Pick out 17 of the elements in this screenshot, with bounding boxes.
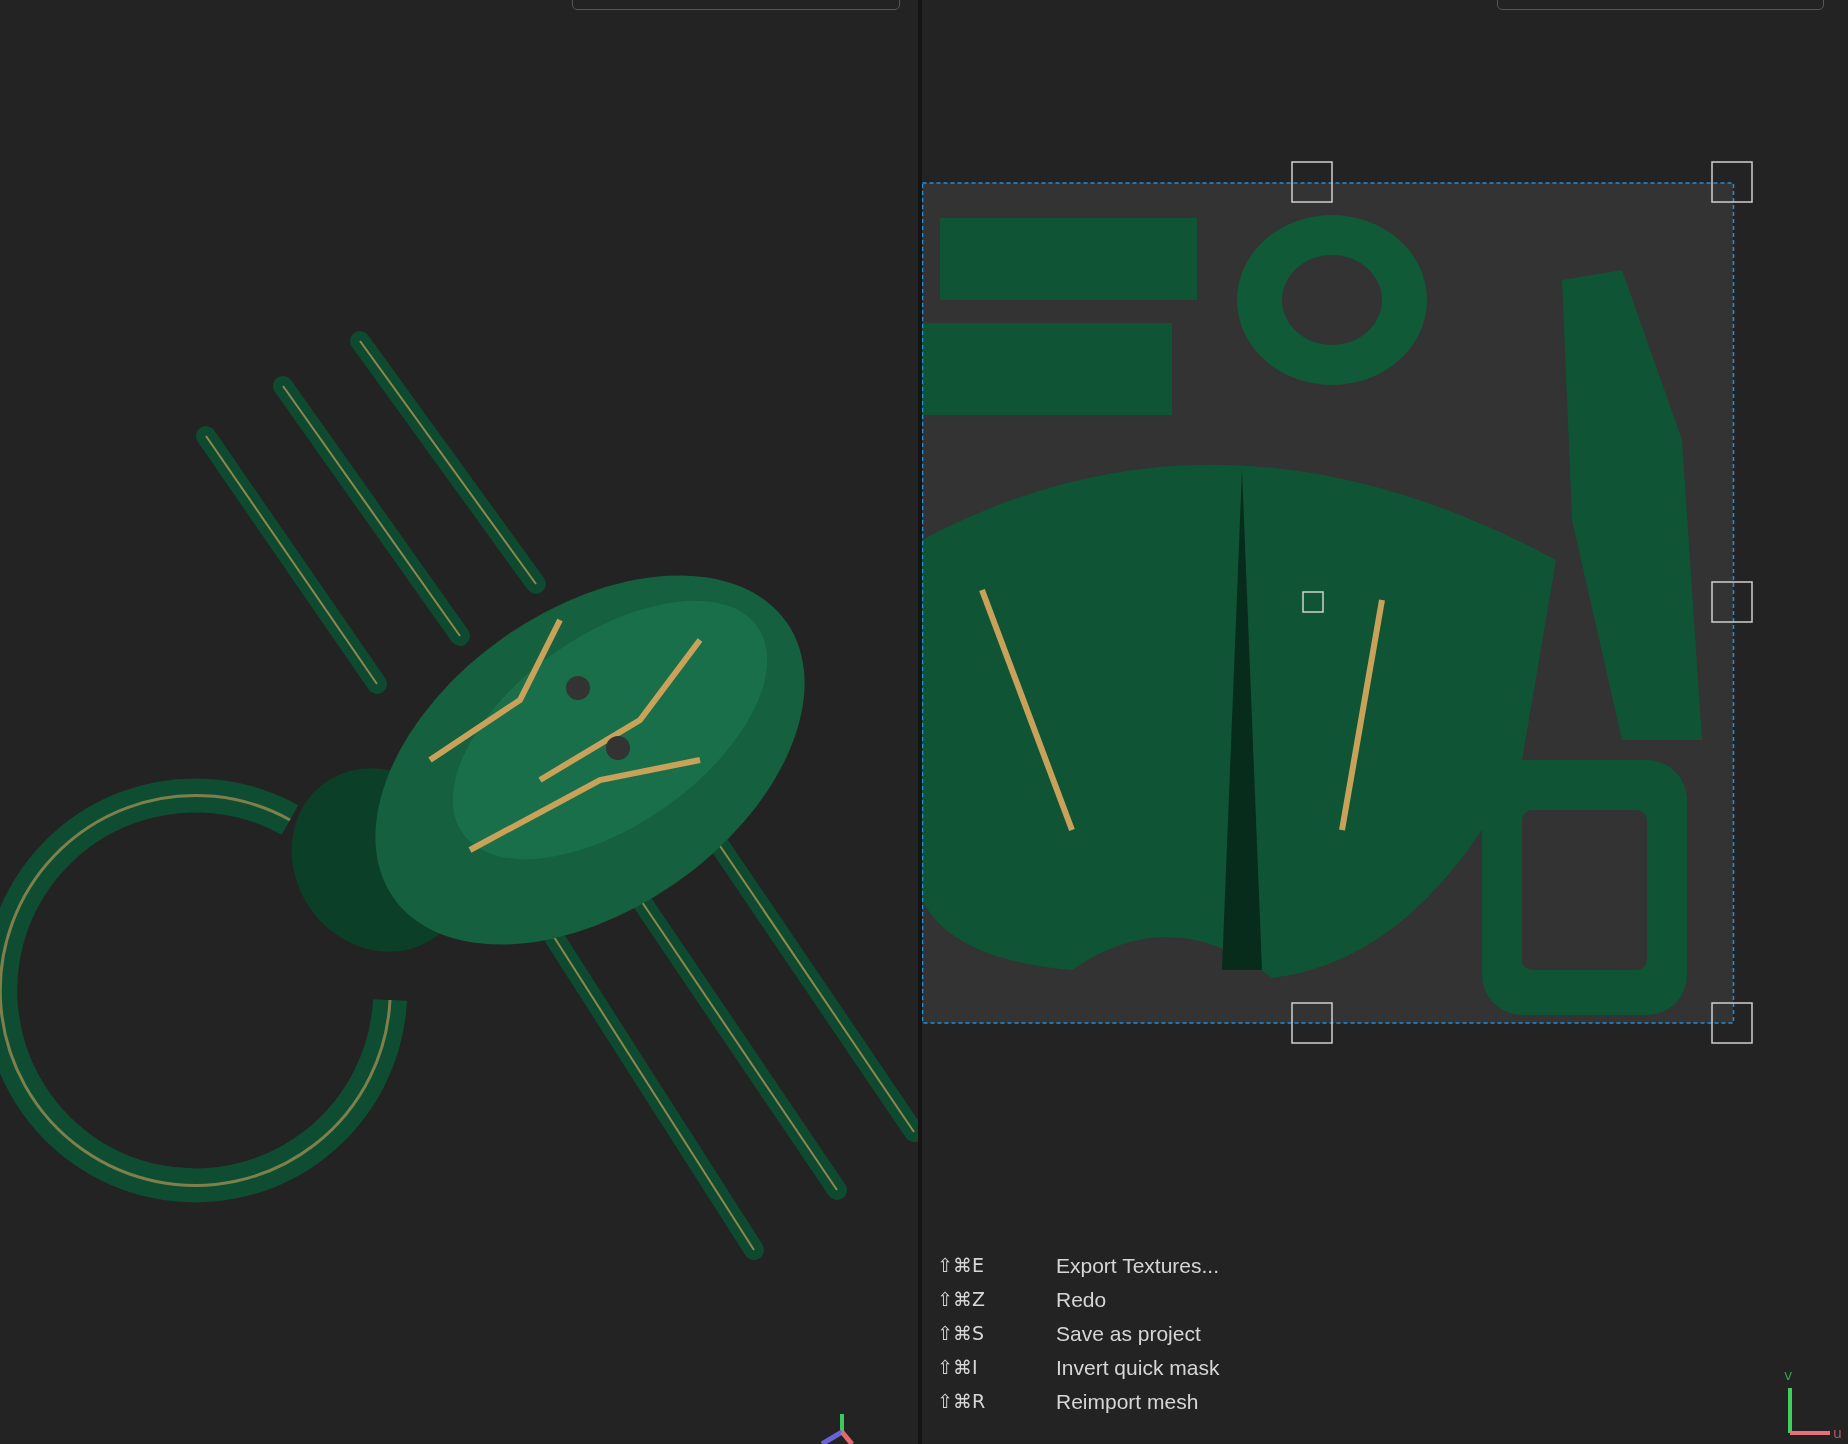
shortcut-label: Invert quick mask [1056,1355,1220,1380]
transform-handle[interactable] [1711,581,1753,623]
shortcut-label: Reimport mesh [1056,1389,1200,1414]
shortcut-keys: ⇧⌘R [937,1389,1056,1414]
transform-handle[interactable] [1711,1002,1753,1044]
uv-axis-gizmo: v u [1764,1362,1844,1442]
shortcut-label: Redo [1056,1287,1108,1312]
shortcut-label: Save as project [1056,1321,1202,1346]
transform-handle[interactable] [1711,161,1753,203]
shortcut-keys: ⇧⌘S [937,1321,1056,1346]
shortcut-keys: ⇧⌘Z [937,1287,1056,1312]
shortcut-label: Export Textures... [1056,1253,1220,1278]
shortcut-keys: ⇧⌘I [937,1355,1056,1380]
shortcut-keys: ⇧⌘E [937,1253,1056,1278]
transform-handle[interactable] [1291,161,1333,203]
transform-handle[interactable] [1291,1002,1333,1044]
pivot-handle[interactable] [1302,591,1324,613]
